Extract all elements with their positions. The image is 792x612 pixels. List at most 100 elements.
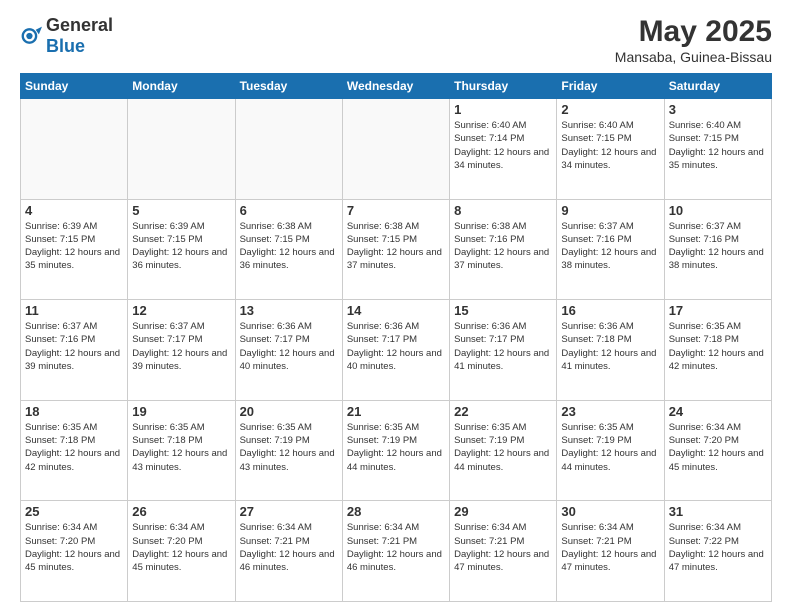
day-cell: 14 Sunrise: 6:36 AMSunset: 7:17 PMDayligh… (342, 300, 449, 401)
day-info: Sunrise: 6:36 AMSunset: 7:17 PMDaylight:… (454, 320, 552, 373)
day-cell (235, 99, 342, 200)
day-info: Sunrise: 6:34 AMSunset: 7:21 PMDaylight:… (240, 521, 338, 574)
logo: General Blue (20, 15, 113, 57)
day-cell: 20Sunrise: 6:35 AMSunset: 7:19 PMDayligh… (235, 400, 342, 501)
day-info: Sunrise: 6:37 AMSunset: 7:16 PMDaylight:… (669, 220, 767, 273)
week-row-4: 25 Sunrise: 6:34 AMSunset: 7:20 PMDayligh… (21, 501, 772, 602)
day-cell: 24 Sunrise: 6:34 AMSunset: 7:20 PMDayligh… (664, 400, 771, 501)
week-row-0: 1 Sunrise: 6:40 AMSunset: 7:14 PMDaylight… (21, 99, 772, 200)
day-cell: 11 Sunrise: 6:37 AMSunset: 7:16 PMDayligh… (21, 300, 128, 401)
day-cell: 10 Sunrise: 6:37 AMSunset: 7:16 PMDayligh… (664, 199, 771, 300)
day-number: 15 (454, 303, 552, 318)
day-number: 4 (25, 203, 123, 218)
week-row-2: 11 Sunrise: 6:37 AMSunset: 7:16 PMDayligh… (21, 300, 772, 401)
day-cell: 7 Sunrise: 6:38 AMSunset: 7:15 PMDaylight… (342, 199, 449, 300)
title-block: May 2025 Mansaba, Guinea-Bissau (615, 15, 772, 65)
day-number: 17 (669, 303, 767, 318)
day-cell: 19 Sunrise: 6:35 AMSunset: 7:18 PMDayligh… (128, 400, 235, 501)
day-info: Sunrise: 6:36 AMSunset: 7:17 PMDaylight:… (347, 320, 445, 373)
day-cell: 26 Sunrise: 6:34 AMSunset: 7:20 PMDayligh… (128, 501, 235, 602)
day-number: 18 (25, 404, 123, 419)
day-info: Sunrise: 6:40 AMSunset: 7:15 PMDaylight:… (561, 119, 659, 172)
month-title: May 2025 (615, 15, 772, 49)
logo-general: General (46, 15, 113, 35)
day-cell: 2 Sunrise: 6:40 AMSunset: 7:15 PMDaylight… (557, 99, 664, 200)
day-info: Sunrise: 6:35 AMSunset: 7:19 PMDaylight:… (347, 421, 445, 474)
day-number: 10 (669, 203, 767, 218)
day-number: 8 (454, 203, 552, 218)
day-number: 5 (132, 203, 230, 218)
day-info: Sunrise: 6:35 AMSunset: 7:18 PMDaylight:… (132, 421, 230, 474)
weekday-header-thursday: Thursday (450, 74, 557, 99)
calendar-table: SundayMondayTuesdayWednesdayThursdayFrid… (20, 73, 772, 602)
day-cell: 21 Sunrise: 6:35 AMSunset: 7:19 PMDayligh… (342, 400, 449, 501)
day-info: Sunrise: 6:38 AMSunset: 7:15 PMDaylight:… (347, 220, 445, 273)
day-info: Sunrise: 6:34 AMSunset: 7:20 PMDaylight:… (25, 521, 123, 574)
day-info: Sunrise: 6:36 AMSunset: 7:18 PMDaylight:… (561, 320, 659, 373)
day-cell: 6 Sunrise: 6:38 AMSunset: 7:15 PMDaylight… (235, 199, 342, 300)
day-info: Sunrise: 6:40 AMSunset: 7:14 PMDaylight:… (454, 119, 552, 172)
day-cell: 29 Sunrise: 6:34 AMSunset: 7:21 PMDayligh… (450, 501, 557, 602)
day-cell: 17 Sunrise: 6:35 AMSunset: 7:18 PMDayligh… (664, 300, 771, 401)
day-info: Sunrise: 6:35 AMSunset: 7:18 PMDaylight:… (25, 421, 123, 474)
day-number: 27 (240, 504, 338, 519)
day-cell: 30Sunrise: 6:34 AMSunset: 7:21 PMDayligh… (557, 501, 664, 602)
day-info: Sunrise: 6:34 AMSunset: 7:20 PMDaylight:… (132, 521, 230, 574)
day-number: 6 (240, 203, 338, 218)
day-number: 26 (132, 504, 230, 519)
day-number: 2 (561, 102, 659, 117)
day-number: 21 (347, 404, 445, 419)
day-number: 23 (561, 404, 659, 419)
day-info: Sunrise: 6:36 AMSunset: 7:17 PMDaylight:… (240, 320, 338, 373)
weekday-header-tuesday: Tuesday (235, 74, 342, 99)
day-number: 13 (240, 303, 338, 318)
day-cell: 16 Sunrise: 6:36 AMSunset: 7:18 PMDayligh… (557, 300, 664, 401)
day-info: Sunrise: 6:37 AMSunset: 7:16 PMDaylight:… (561, 220, 659, 273)
week-row-1: 4 Sunrise: 6:39 AMSunset: 7:15 PMDaylight… (21, 199, 772, 300)
day-cell: 4 Sunrise: 6:39 AMSunset: 7:15 PMDaylight… (21, 199, 128, 300)
day-number: 19 (132, 404, 230, 419)
day-cell: 9 Sunrise: 6:37 AMSunset: 7:16 PMDaylight… (557, 199, 664, 300)
day-info: Sunrise: 6:40 AMSunset: 7:15 PMDaylight:… (669, 119, 767, 172)
day-cell: 31Sunrise: 6:34 AMSunset: 7:22 PMDayligh… (664, 501, 771, 602)
day-number: 12 (132, 303, 230, 318)
day-info: Sunrise: 6:34 AMSunset: 7:21 PMDaylight:… (347, 521, 445, 574)
day-number: 3 (669, 102, 767, 117)
day-info: Sunrise: 6:39 AMSunset: 7:15 PMDaylight:… (132, 220, 230, 273)
day-cell (21, 99, 128, 200)
day-info: Sunrise: 6:34 AMSunset: 7:20 PMDaylight:… (669, 421, 767, 474)
day-info: Sunrise: 6:38 AMSunset: 7:15 PMDaylight:… (240, 220, 338, 273)
day-cell: 13 Sunrise: 6:36 AMSunset: 7:17 PMDayligh… (235, 300, 342, 401)
day-number: 11 (25, 303, 123, 318)
day-info: Sunrise: 6:37 AMSunset: 7:16 PMDaylight:… (25, 320, 123, 373)
weekday-header-wednesday: Wednesday (342, 74, 449, 99)
day-number: 9 (561, 203, 659, 218)
day-number: 28 (347, 504, 445, 519)
logo-text: General Blue (46, 15, 113, 57)
day-number: 7 (347, 203, 445, 218)
day-number: 29 (454, 504, 552, 519)
day-number: 22 (454, 404, 552, 419)
day-number: 24 (669, 404, 767, 419)
day-cell: 3 Sunrise: 6:40 AMSunset: 7:15 PMDaylight… (664, 99, 771, 200)
day-cell: 15 Sunrise: 6:36 AMSunset: 7:17 PMDayligh… (450, 300, 557, 401)
day-cell: 1 Sunrise: 6:40 AMSunset: 7:14 PMDaylight… (450, 99, 557, 200)
day-number: 16 (561, 303, 659, 318)
week-row-3: 18 Sunrise: 6:35 AMSunset: 7:18 PMDayligh… (21, 400, 772, 501)
day-cell: 12Sunrise: 6:37 AMSunset: 7:17 PMDayligh… (128, 300, 235, 401)
weekday-header-sunday: Sunday (21, 74, 128, 99)
day-number: 25 (25, 504, 123, 519)
day-info: Sunrise: 6:34 AMSunset: 7:22 PMDaylight:… (669, 521, 767, 574)
day-info: Sunrise: 6:35 AMSunset: 7:19 PMDaylight:… (561, 421, 659, 474)
weekday-header-row: SundayMondayTuesdayWednesdayThursdayFrid… (21, 74, 772, 99)
day-number: 14 (347, 303, 445, 318)
day-info: Sunrise: 6:39 AMSunset: 7:15 PMDaylight:… (25, 220, 123, 273)
weekday-header-friday: Friday (557, 74, 664, 99)
day-cell: 22Sunrise: 6:35 AMSunset: 7:19 PMDayligh… (450, 400, 557, 501)
header: General Blue May 2025 Mansaba, Guinea-Bi… (20, 15, 772, 65)
day-number: 1 (454, 102, 552, 117)
location: Mansaba, Guinea-Bissau (615, 49, 772, 65)
day-info: Sunrise: 6:35 AMSunset: 7:18 PMDaylight:… (669, 320, 767, 373)
day-cell: 23 Sunrise: 6:35 AMSunset: 7:19 PMDayligh… (557, 400, 664, 501)
day-info: Sunrise: 6:34 AMSunset: 7:21 PMDaylight:… (454, 521, 552, 574)
